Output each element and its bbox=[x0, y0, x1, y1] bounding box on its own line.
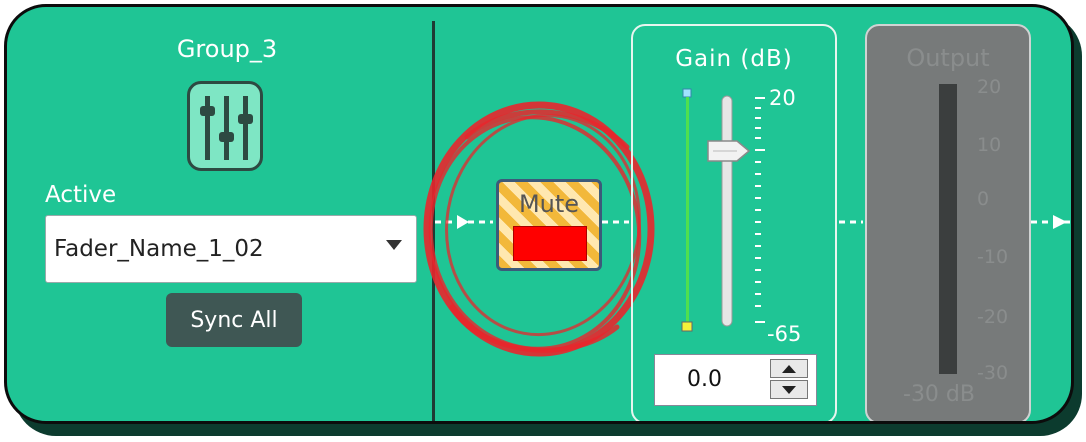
gain-fader bbox=[681, 88, 765, 332]
gain-value-input[interactable]: 0.0 bbox=[654, 354, 817, 406]
gain-min-label: -65 bbox=[767, 322, 802, 346]
gain-max-label: 20 bbox=[769, 86, 796, 110]
output-section: Output 20 10 0 -10 -20 -30 -30 dB bbox=[865, 24, 1031, 421]
output-tick: 0 bbox=[977, 188, 990, 210]
spin-down-button[interactable] bbox=[770, 380, 808, 399]
output-tick: 20 bbox=[977, 76, 1002, 98]
gain-spinner bbox=[770, 359, 810, 401]
arrow-down-icon bbox=[782, 385, 796, 394]
output-tick: -20 bbox=[977, 306, 1009, 328]
output-unit-label: -30 dB bbox=[903, 382, 975, 407]
arrow-up-icon bbox=[782, 364, 796, 373]
output-meter-bar bbox=[939, 84, 957, 374]
output-title: Output bbox=[906, 44, 990, 72]
output-tick: 10 bbox=[977, 134, 1002, 156]
gain-fader-thumb[interactable] bbox=[707, 140, 751, 162]
gain-section: Gain (dB) 20 -65 0.0 bbox=[631, 24, 837, 421]
spin-up-button[interactable] bbox=[770, 359, 808, 378]
gain-value: 0.0 bbox=[687, 367, 722, 392]
output-tick: -10 bbox=[977, 246, 1009, 268]
group-panel: Group_3 Active Fader_Name_1_02 Sync All … bbox=[4, 4, 1074, 424]
output-tick: -30 bbox=[977, 362, 1009, 384]
